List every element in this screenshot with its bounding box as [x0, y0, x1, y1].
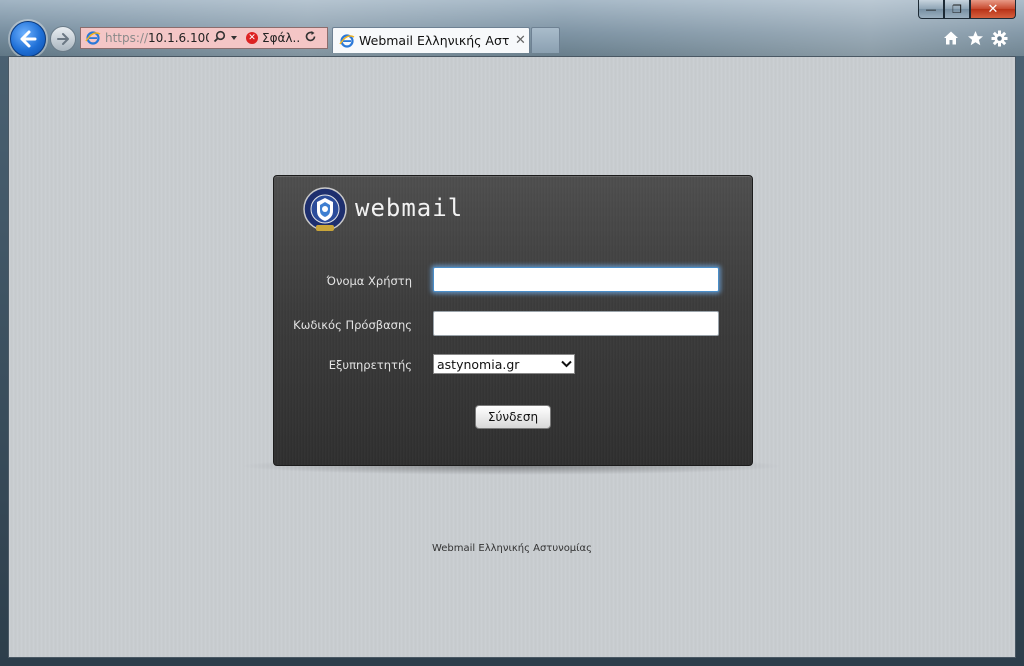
back-button[interactable]	[10, 21, 46, 57]
close-window-button[interactable]: ✕	[970, 0, 1016, 19]
new-tab-button[interactable]	[531, 27, 560, 53]
webmail-logo-text: webmail	[355, 194, 464, 222]
police-emblem-icon	[303, 187, 347, 231]
arrow-left-icon	[20, 30, 37, 48]
arrow-right-icon	[57, 33, 69, 45]
minimize-button[interactable]: —	[918, 0, 944, 19]
username-input[interactable]	[433, 267, 719, 292]
tab-webmail[interactable]: Webmail Ελληνικής Αστυν... ✕	[332, 27, 530, 53]
search-icon[interactable]	[213, 30, 226, 46]
username-label: Όνομα Χρήστη	[326, 274, 412, 288]
address-bar[interactable]: https://10.1.6.100/m ✕ Σφάλ...	[80, 27, 328, 49]
browser-window: — ❐ ✕ https://10.1.6.100/m ✕ Σφάλ...	[0, 0, 1024, 666]
chevron-down-icon[interactable]	[558, 355, 574, 373]
password-label: Κωδικός Πρόσβασης	[293, 318, 412, 332]
login-button[interactable]: Σύνδεση	[475, 405, 551, 429]
ie-page-icon	[339, 33, 355, 48]
url-host: 10.1.6.100/m	[148, 31, 209, 45]
star-icon[interactable]	[966, 29, 984, 47]
chevron-down-icon[interactable]	[230, 31, 238, 45]
server-selected-value: astynomia.gr	[437, 356, 520, 372]
ie-page-icon	[85, 31, 101, 45]
home-icon[interactable]	[942, 29, 960, 47]
forward-button[interactable]	[50, 26, 76, 52]
close-tab-icon[interactable]: ✕	[515, 33, 526, 48]
refresh-icon[interactable]	[304, 30, 317, 46]
certificate-error-text[interactable]: Σφάλ...	[262, 31, 300, 45]
server-select[interactable]: astynomia.gr	[433, 354, 575, 374]
password-input[interactable]	[433, 311, 719, 336]
address-url[interactable]: https://10.1.6.100/m	[105, 31, 209, 45]
page-viewport: webmail Όνομα Χρήστη Κωδικός Πρόσβασης Ε…	[8, 56, 1016, 658]
server-label: Εξυπηρετητής	[328, 358, 412, 372]
tab-title: Webmail Ελληνικής Αστυν...	[359, 33, 509, 48]
login-panel: webmail Όνομα Χρήστη Κωδικός Πρόσβασης Ε…	[273, 175, 753, 466]
window-caption-buttons: — ❐ ✕	[918, 0, 1016, 19]
url-protocol: https://	[105, 31, 149, 45]
footer-text: Webmail Ελληνικής Αστυνομίας	[431, 543, 593, 554]
error-icon: ✕	[246, 32, 258, 44]
maximize-button[interactable]: ❐	[944, 0, 970, 19]
gear-icon[interactable]	[990, 29, 1008, 47]
